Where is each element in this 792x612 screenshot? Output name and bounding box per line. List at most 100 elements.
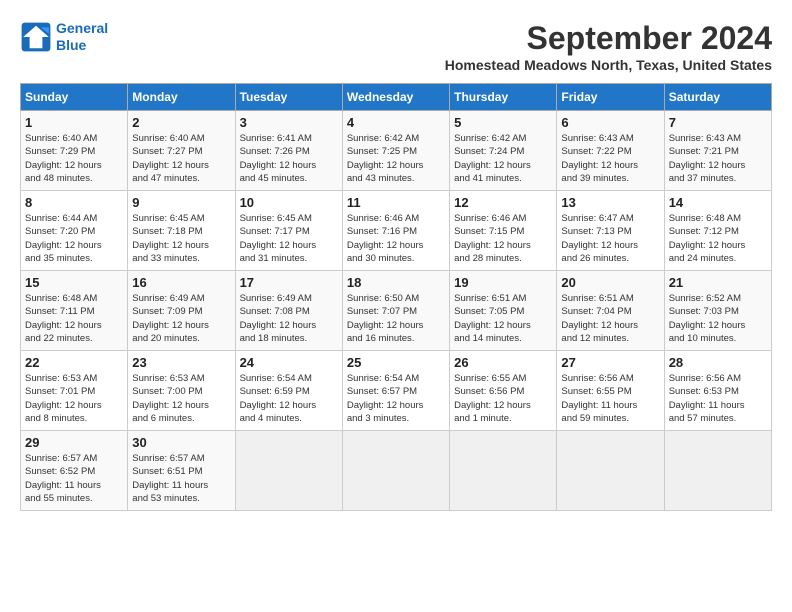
day-number: 23: [132, 355, 230, 370]
day-number: 27: [561, 355, 659, 370]
calendar-cell: 21Sunrise: 6:52 AM Sunset: 7:03 PM Dayli…: [664, 271, 771, 351]
calendar-cell: 8 Sunrise: 6:44 AM Sunset: 7:20 PM Daylig…: [21, 191, 128, 271]
day-number: 12: [454, 195, 552, 210]
logo-icon: [20, 21, 52, 53]
day-number: 22: [25, 355, 123, 370]
column-header-friday: Friday: [557, 84, 664, 111]
column-header-wednesday: Wednesday: [342, 84, 449, 111]
day-number: 17: [240, 275, 338, 290]
calendar-cell: 11 Sunrise: 6:46 AM Sunset: 7:16 PM Dayli…: [342, 191, 449, 271]
day-number: 3: [240, 115, 338, 130]
day-detail: Sunrise: 6:44 AM Sunset: 7:20 PM Dayligh…: [25, 212, 123, 265]
logo-text: General Blue: [56, 20, 108, 54]
calendar-cell: 2Sunrise: 6:40 AM Sunset: 7:27 PM Daylig…: [128, 111, 235, 191]
day-detail: Sunrise: 6:45 AM Sunset: 7:18 PM Dayligh…: [132, 212, 230, 265]
day-number: 18: [347, 275, 445, 290]
day-number: 11: [347, 195, 445, 210]
day-detail: Sunrise: 6:48 AM Sunset: 7:12 PM Dayligh…: [669, 212, 767, 265]
calendar-cell: [450, 431, 557, 511]
day-detail: Sunrise: 6:43 AM Sunset: 7:21 PM Dayligh…: [669, 132, 767, 185]
day-number: 14: [669, 195, 767, 210]
day-detail: Sunrise: 6:45 AM Sunset: 7:17 PM Dayligh…: [240, 212, 338, 265]
day-number: 6: [561, 115, 659, 130]
day-number: 29: [25, 435, 123, 450]
day-detail: Sunrise: 6:49 AM Sunset: 7:08 PM Dayligh…: [240, 292, 338, 345]
calendar-cell: 27Sunrise: 6:56 AM Sunset: 6:55 PM Dayli…: [557, 351, 664, 431]
day-number: 8: [25, 195, 123, 210]
calendar-cell: 3 Sunrise: 6:41 AM Sunset: 7:26 PM Daylig…: [235, 111, 342, 191]
day-detail: Sunrise: 6:40 AM Sunset: 7:27 PM Dayligh…: [132, 132, 230, 185]
column-header-thursday: Thursday: [450, 84, 557, 111]
column-header-saturday: Saturday: [664, 84, 771, 111]
day-number: 24: [240, 355, 338, 370]
day-number: 5: [454, 115, 552, 130]
day-detail: Sunrise: 6:43 AM Sunset: 7:22 PM Dayligh…: [561, 132, 659, 185]
calendar-cell: 30 Sunrise: 6:57 AM Sunset: 6:51 PM Dayli…: [128, 431, 235, 511]
calendar-cell: 26Sunrise: 6:55 AM Sunset: 6:56 PM Dayli…: [450, 351, 557, 431]
column-header-monday: Monday: [128, 84, 235, 111]
calendar-week-1: 1 Sunrise: 6:40 AM Sunset: 7:29 PM Daylig…: [21, 111, 772, 191]
day-number: 26: [454, 355, 552, 370]
subtitle: Homestead Meadows North, Texas, United S…: [445, 57, 772, 73]
calendar-cell: 5 Sunrise: 6:42 AM Sunset: 7:24 PM Daylig…: [450, 111, 557, 191]
calendar-cell: 7 Sunrise: 6:43 AM Sunset: 7:21 PM Daylig…: [664, 111, 771, 191]
day-detail: Sunrise: 6:46 AM Sunset: 7:16 PM Dayligh…: [347, 212, 445, 265]
logo-line1: General: [56, 20, 108, 36]
calendar-cell: 1 Sunrise: 6:40 AM Sunset: 7:29 PM Daylig…: [21, 111, 128, 191]
calendar-week-2: 8 Sunrise: 6:44 AM Sunset: 7:20 PM Daylig…: [21, 191, 772, 271]
calendar-cell: 28 Sunrise: 6:56 AM Sunset: 6:53 PM Dayli…: [664, 351, 771, 431]
day-detail: Sunrise: 6:50 AM Sunset: 7:07 PM Dayligh…: [347, 292, 445, 345]
day-number: 13: [561, 195, 659, 210]
day-detail: Sunrise: 6:57 AM Sunset: 6:51 PM Dayligh…: [132, 452, 230, 505]
day-number: 21: [669, 275, 767, 290]
calendar-cell: 10 Sunrise: 6:45 AM Sunset: 7:17 PM Dayli…: [235, 191, 342, 271]
day-detail: Sunrise: 6:47 AM Sunset: 7:13 PM Dayligh…: [561, 212, 659, 265]
day-number: 20: [561, 275, 659, 290]
title-section: September 2024 Homestead Meadows North, …: [445, 20, 772, 73]
day-number: 28: [669, 355, 767, 370]
day-detail: Sunrise: 6:46 AM Sunset: 7:15 PM Dayligh…: [454, 212, 552, 265]
logo-line2: Blue: [56, 37, 86, 53]
day-number: 9: [132, 195, 230, 210]
day-number: 30: [132, 435, 230, 450]
day-detail: Sunrise: 6:48 AM Sunset: 7:11 PM Dayligh…: [25, 292, 123, 345]
calendar-cell: 23 Sunrise: 6:53 AM Sunset: 7:00 PM Dayli…: [128, 351, 235, 431]
calendar-cell: 19Sunrise: 6:51 AM Sunset: 7:05 PM Dayli…: [450, 271, 557, 351]
day-detail: Sunrise: 6:54 AM Sunset: 6:57 PM Dayligh…: [347, 372, 445, 425]
calendar-cell: [557, 431, 664, 511]
day-detail: Sunrise: 6:40 AM Sunset: 7:29 PM Dayligh…: [25, 132, 123, 185]
day-number: 25: [347, 355, 445, 370]
calendar-cell: 20 Sunrise: 6:51 AM Sunset: 7:04 PM Dayli…: [557, 271, 664, 351]
day-number: 15: [25, 275, 123, 290]
day-detail: Sunrise: 6:49 AM Sunset: 7:09 PM Dayligh…: [132, 292, 230, 345]
day-detail: Sunrise: 6:54 AM Sunset: 6:59 PM Dayligh…: [240, 372, 338, 425]
calendar-cell: 25 Sunrise: 6:54 AM Sunset: 6:57 PM Dayli…: [342, 351, 449, 431]
day-detail: Sunrise: 6:56 AM Sunset: 6:53 PM Dayligh…: [669, 372, 767, 425]
calendar-cell: [235, 431, 342, 511]
calendar-cell: [664, 431, 771, 511]
day-detail: Sunrise: 6:41 AM Sunset: 7:26 PM Dayligh…: [240, 132, 338, 185]
header: General Blue September 2024 Homestead Me…: [20, 20, 772, 73]
calendar-cell: 6 Sunrise: 6:43 AM Sunset: 7:22 PM Daylig…: [557, 111, 664, 191]
calendar-cell: 18 Sunrise: 6:50 AM Sunset: 7:07 PM Dayli…: [342, 271, 449, 351]
day-number: 1: [25, 115, 123, 130]
column-header-tuesday: Tuesday: [235, 84, 342, 111]
day-detail: Sunrise: 6:42 AM Sunset: 7:25 PM Dayligh…: [347, 132, 445, 185]
logo: General Blue: [20, 20, 108, 54]
calendar-cell: 22Sunrise: 6:53 AM Sunset: 7:01 PM Dayli…: [21, 351, 128, 431]
day-number: 19: [454, 275, 552, 290]
calendar-week-4: 22Sunrise: 6:53 AM Sunset: 7:01 PM Dayli…: [21, 351, 772, 431]
calendar-cell: [342, 431, 449, 511]
calendar-cell: 29 Sunrise: 6:57 AM Sunset: 6:52 PM Dayli…: [21, 431, 128, 511]
day-number: 7: [669, 115, 767, 130]
calendar-week-3: 15 Sunrise: 6:48 AM Sunset: 7:11 PM Dayli…: [21, 271, 772, 351]
day-detail: Sunrise: 6:51 AM Sunset: 7:04 PM Dayligh…: [561, 292, 659, 345]
day-number: 16: [132, 275, 230, 290]
main-title: September 2024: [445, 20, 772, 57]
day-number: 10: [240, 195, 338, 210]
day-detail: Sunrise: 6:57 AM Sunset: 6:52 PM Dayligh…: [25, 452, 123, 505]
calendar-cell: 24 Sunrise: 6:54 AM Sunset: 6:59 PM Dayli…: [235, 351, 342, 431]
day-detail: Sunrise: 6:42 AM Sunset: 7:24 PM Dayligh…: [454, 132, 552, 185]
day-detail: Sunrise: 6:53 AM Sunset: 7:00 PM Dayligh…: [132, 372, 230, 425]
calendar-header-row: SundayMondayTuesdayWednesdayThursdayFrid…: [21, 84, 772, 111]
